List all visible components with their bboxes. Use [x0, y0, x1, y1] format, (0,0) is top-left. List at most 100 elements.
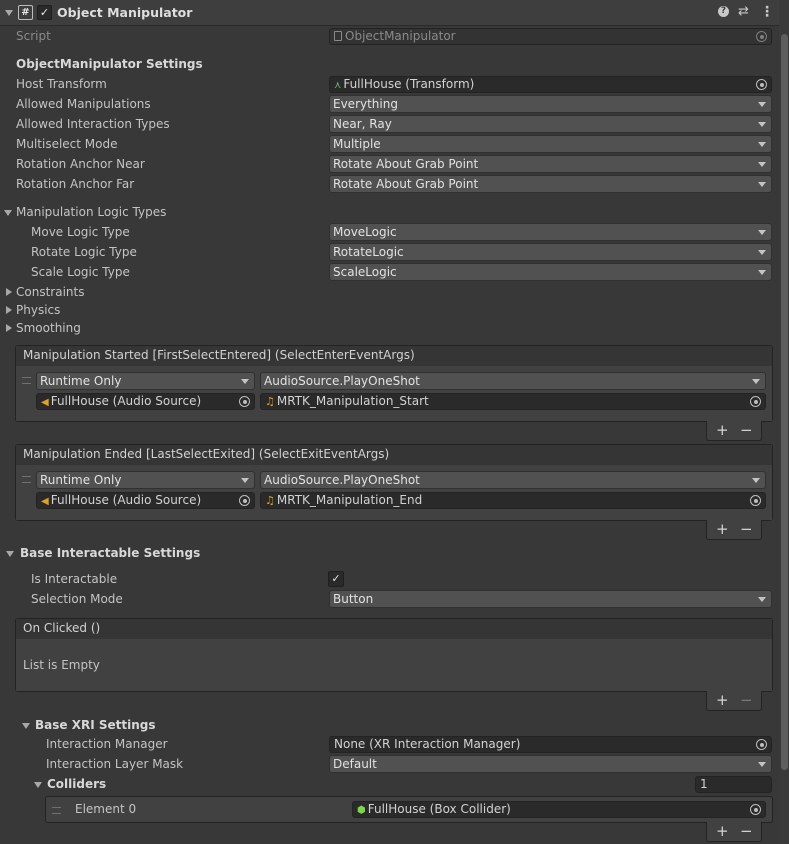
audio-source-icon: ◀ — [41, 397, 49, 408]
fold-toggle-icon[interactable] — [5, 10, 13, 16]
selection-mode-label: Selection Mode — [31, 592, 123, 606]
colliders-count-field[interactable]: 1 — [695, 776, 772, 793]
multiselect-mode-dropdown[interactable]: Multiple — [329, 135, 772, 153]
dropdown-arrow-icon — [752, 478, 760, 483]
add-button[interactable]: + — [716, 691, 729, 709]
add-button[interactable]: + — [716, 421, 729, 439]
is-interactable-checkbox[interactable]: ✓ — [328, 571, 344, 587]
scale-logic-dropdown[interactable]: ScaleLogic — [329, 263, 772, 281]
base-heading[interactable]: Base Interactable Settings — [20, 545, 200, 561]
physics-foldout[interactable]: Physics — [16, 302, 60, 318]
interaction-layer-dropdown[interactable]: Default — [329, 755, 772, 773]
rotate-logic-label: Rotate Logic Type — [31, 245, 137, 259]
event-target-field[interactable]: ◀ FullHouse (Audio Source) — [36, 393, 255, 410]
constraints-foldout-icon[interactable] — [6, 288, 12, 296]
allowed-manipulations-dropdown[interactable]: Everything — [329, 95, 772, 113]
colliders-label[interactable]: Colliders — [47, 776, 106, 792]
multiselect-mode-label: Multiselect Mode — [16, 137, 118, 151]
enabled-checkbox[interactable]: ✓ — [37, 5, 52, 20]
audio-source-icon: ◀ — [41, 496, 49, 507]
event-title: Manipulation Ended [LastSelectExited] (S… — [16, 445, 772, 466]
object-picker-icon[interactable] — [756, 739, 767, 750]
dropdown-arrow-icon — [241, 478, 249, 483]
allowed-manipulations-label: Allowed Manipulations — [16, 97, 151, 111]
object-picker-icon[interactable] — [750, 495, 761, 506]
allowed-interaction-types-dropdown[interactable]: Near, Ray — [329, 115, 772, 133]
dropdown-arrow-icon — [758, 142, 766, 147]
object-picker-icon[interactable] — [750, 804, 761, 815]
script-name: ObjectManipulator — [345, 29, 456, 43]
dropdown-value: Multiple — [333, 137, 381, 151]
move-logic-dropdown[interactable]: MoveLogic — [329, 223, 772, 241]
element-label: Element 0 — [75, 802, 137, 816]
event-argument-field[interactable]: ♫ MRTK_Manipulation_End — [260, 492, 766, 509]
event-mode-dropdown[interactable]: Runtime Only — [36, 372, 255, 390]
selection-mode-dropdown[interactable]: Button — [329, 590, 772, 608]
collider-element-field[interactable]: ⬢ FullHouse (Box Collider) — [352, 801, 766, 818]
event-body — [16, 639, 772, 691]
host-transform-value: FullHouse (Transform) — [343, 77, 475, 91]
add-button[interactable]: + — [716, 520, 729, 538]
object-picker-icon[interactable] — [750, 396, 761, 407]
constraints-foldout[interactable]: Constraints — [16, 284, 84, 300]
audio-clip-icon: ♫ — [265, 494, 275, 507]
event-target-field[interactable]: ◀ FullHouse (Audio Source) — [36, 492, 255, 509]
rotation-anchor-near-dropdown[interactable]: Rotate About Grab Point — [329, 155, 772, 173]
logic-foldout-icon[interactable] — [4, 210, 12, 216]
interaction-layer-label: Interaction Layer Mask — [46, 757, 184, 771]
rotation-anchor-far-dropdown[interactable]: Rotate About Grab Point — [329, 175, 772, 193]
event-function-dropdown[interactable]: AudioSource.PlayOneShot — [260, 471, 766, 489]
base-foldout-icon[interactable] — [6, 551, 14, 557]
component-title: Object Manipulator — [57, 5, 193, 20]
remove-button[interactable]: − — [740, 421, 753, 439]
xri-foldout-icon[interactable] — [22, 723, 30, 729]
dropdown-value: AudioSource.PlayOneShot — [264, 374, 420, 388]
is-interactable-label: Is Interactable — [31, 572, 118, 586]
interaction-manager-value: None (XR Interaction Manager) — [334, 737, 521, 751]
physics-foldout-icon[interactable] — [6, 306, 12, 314]
event-title: Manipulation Started [FirstSelectEntered… — [16, 346, 772, 367]
scrollbar[interactable] — [779, 0, 789, 844]
dropdown-arrow-icon — [758, 230, 766, 235]
dropdown-value: Rotate About Grab Point — [333, 177, 479, 191]
dropdown-arrow-icon — [758, 122, 766, 127]
scrollbar-thumb[interactable] — [781, 34, 788, 770]
interaction-manager-field[interactable]: None (XR Interaction Manager) — [329, 736, 772, 753]
object-picker-icon[interactable] — [756, 79, 767, 90]
drag-handle-icon[interactable] — [52, 807, 61, 814]
smoothing-foldout-icon[interactable] — [6, 324, 12, 332]
add-button[interactable]: + — [716, 822, 729, 840]
logic-heading[interactable]: Manipulation Logic Types — [16, 204, 166, 220]
dropdown-value: AudioSource.PlayOneShot — [264, 473, 420, 487]
object-picker-icon[interactable] — [756, 31, 767, 42]
remove-button: − — [740, 691, 753, 709]
remove-button[interactable]: − — [740, 822, 753, 840]
event-function-dropdown[interactable]: AudioSource.PlayOneShot — [260, 372, 766, 390]
more-options-icon[interactable]: ⋮ — [760, 4, 774, 20]
drag-handle-icon[interactable] — [22, 476, 31, 483]
xri-heading[interactable]: Base XRI Settings — [35, 717, 155, 733]
event-argument-field[interactable]: ♫ MRTK_Manipulation_Start — [260, 393, 766, 410]
event-argument-value: MRTK_Manipulation_End — [276, 493, 423, 507]
list-add-remove: + − — [706, 421, 762, 441]
colliders-foldout-icon[interactable] — [34, 782, 42, 788]
script-hash-icon: # — [18, 5, 33, 20]
dropdown-value: Runtime Only — [40, 473, 122, 487]
remove-button[interactable]: − — [740, 520, 753, 538]
preset-icon[interactable]: ⇄ — [738, 4, 749, 20]
rotate-logic-dropdown[interactable]: RotateLogic — [329, 243, 772, 261]
object-picker-icon[interactable] — [239, 396, 250, 407]
dropdown-value: Rotate About Grab Point — [333, 157, 479, 171]
settings-heading: ObjectManipulator Settings — [16, 57, 203, 71]
list-add-remove: + − — [706, 691, 762, 711]
smoothing-foldout[interactable]: Smoothing — [16, 320, 81, 336]
box-collider-icon: ⬢ — [357, 805, 366, 816]
event-target-value: FullHouse (Audio Source) — [50, 493, 202, 507]
help-icon[interactable]: ? — [718, 6, 729, 17]
dropdown-value: Runtime Only — [40, 374, 122, 388]
host-transform-field[interactable]: ⋏ FullHouse (Transform) — [329, 76, 772, 93]
drag-handle-icon[interactable] — [22, 377, 31, 384]
event-mode-dropdown[interactable]: Runtime Only — [36, 471, 255, 489]
dropdown-value: Near, Ray — [333, 117, 392, 131]
object-picker-icon[interactable] — [239, 495, 250, 506]
